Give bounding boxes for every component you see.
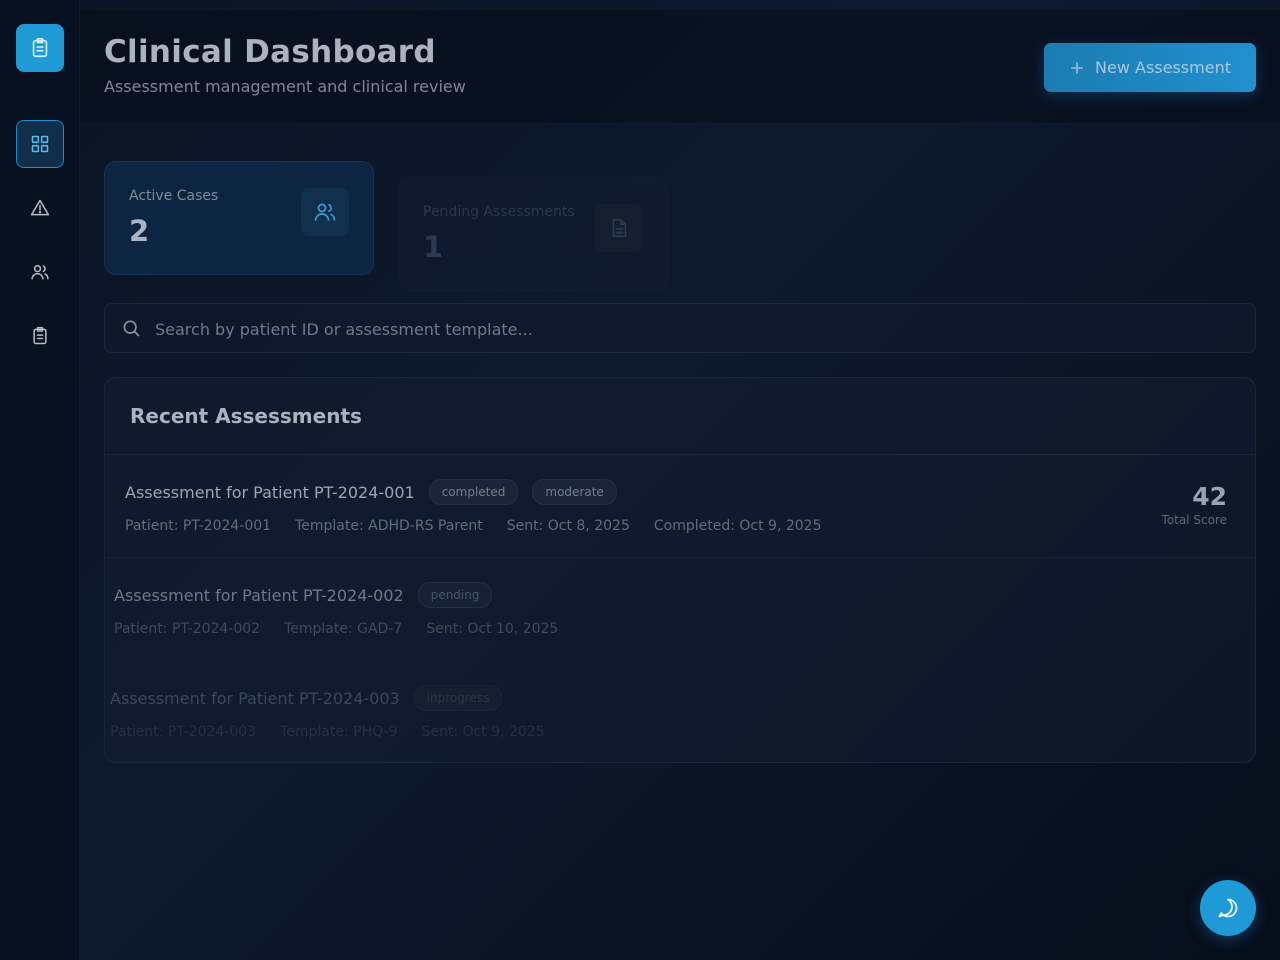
stat-value: 2 bbox=[129, 214, 150, 248]
patient-id: Patient: PT-2024-002 bbox=[114, 621, 261, 637]
stat-card-active-cases[interactable]: Active Cases 2 bbox=[104, 161, 374, 275]
users-icon bbox=[314, 203, 336, 221]
sidebar-item-patients[interactable] bbox=[16, 248, 64, 296]
stat-label: Active Cases bbox=[129, 188, 219, 204]
stat-card-pending-assessments[interactable]: Pending Assessments 1 bbox=[398, 177, 668, 291]
grid-icon bbox=[31, 135, 49, 153]
search-bar bbox=[104, 303, 1256, 354]
sidebar bbox=[0, 0, 80, 960]
status-badge: inprogress bbox=[413, 685, 503, 711]
alert-triangle-icon bbox=[30, 199, 50, 216]
sidebar-item-alerts[interactable] bbox=[16, 184, 64, 232]
status-badge: pending bbox=[417, 582, 493, 608]
patient-id: Patient: PT-2024-003 bbox=[110, 724, 257, 740]
template-name: Template: GAD-7 bbox=[284, 621, 403, 637]
search-input[interactable] bbox=[153, 304, 1237, 354]
new-assessment-label: New Assessment bbox=[1095, 58, 1231, 77]
new-assessment-button[interactable]: New Assessment bbox=[1044, 43, 1256, 92]
sent-date: Sent: Oct 9, 2025 bbox=[421, 724, 545, 740]
score-value: 42 bbox=[1192, 482, 1227, 511]
plus-icon bbox=[1071, 61, 1084, 74]
clipboard-icon bbox=[32, 38, 48, 58]
assessment-title: Assessment for Patient PT-2024-002 bbox=[114, 585, 404, 605]
assessment-row[interactable]: Assessment for Patient PT-2024-001 compl… bbox=[125, 479, 821, 534]
page-subtitle: Assessment management and clinical revie… bbox=[104, 77, 466, 96]
page-title: Clinical Dashboard bbox=[104, 34, 436, 70]
sidebar-item-dashboard[interactable] bbox=[16, 120, 64, 168]
search-icon bbox=[123, 320, 140, 337]
stat-icon-box bbox=[301, 188, 349, 236]
total-score: 42 Total Score bbox=[1162, 482, 1227, 527]
sidebar-item-assessments[interactable] bbox=[16, 312, 64, 360]
severity-badge: moderate bbox=[532, 479, 617, 505]
patient-id: Patient: PT-2024-001 bbox=[125, 518, 272, 534]
status-badge: completed bbox=[428, 479, 519, 505]
divider bbox=[105, 557, 1255, 558]
app-logo[interactable] bbox=[16, 24, 64, 72]
divider bbox=[105, 454, 1255, 455]
template-name: Template: ADHD-RS Parent bbox=[295, 518, 483, 534]
stat-icon-box bbox=[595, 204, 643, 252]
assessment-title: Assessment for Patient PT-2024-001 bbox=[125, 482, 415, 502]
clipboard-icon bbox=[33, 326, 47, 345]
chat-button[interactable] bbox=[1200, 880, 1256, 936]
recent-assessments-panel: Recent Assessments Assessment for Patien… bbox=[104, 377, 1256, 763]
users-icon bbox=[31, 265, 49, 280]
score-label: Total Score bbox=[1161, 513, 1227, 527]
assessment-row[interactable]: Assessment for Patient PT-2024-003 inpro… bbox=[110, 685, 545, 740]
stat-value: 1 bbox=[423, 230, 444, 264]
panel-title: Recent Assessments bbox=[130, 404, 362, 428]
sent-date: Sent: Oct 10, 2025 bbox=[426, 621, 559, 637]
stat-label: Pending Assessments bbox=[423, 204, 575, 220]
assessment-row[interactable]: Assessment for Patient PT-2024-002 pendi… bbox=[114, 582, 558, 637]
chat-bubble-icon bbox=[1218, 898, 1238, 918]
sent-date: Sent: Oct 8, 2025 bbox=[506, 518, 630, 534]
template-name: Template: PHQ-9 bbox=[280, 724, 398, 740]
document-icon bbox=[612, 218, 627, 238]
completed-date: Completed: Oct 9, 2025 bbox=[653, 518, 822, 534]
assessment-title: Assessment for Patient PT-2024-003 bbox=[110, 688, 400, 708]
